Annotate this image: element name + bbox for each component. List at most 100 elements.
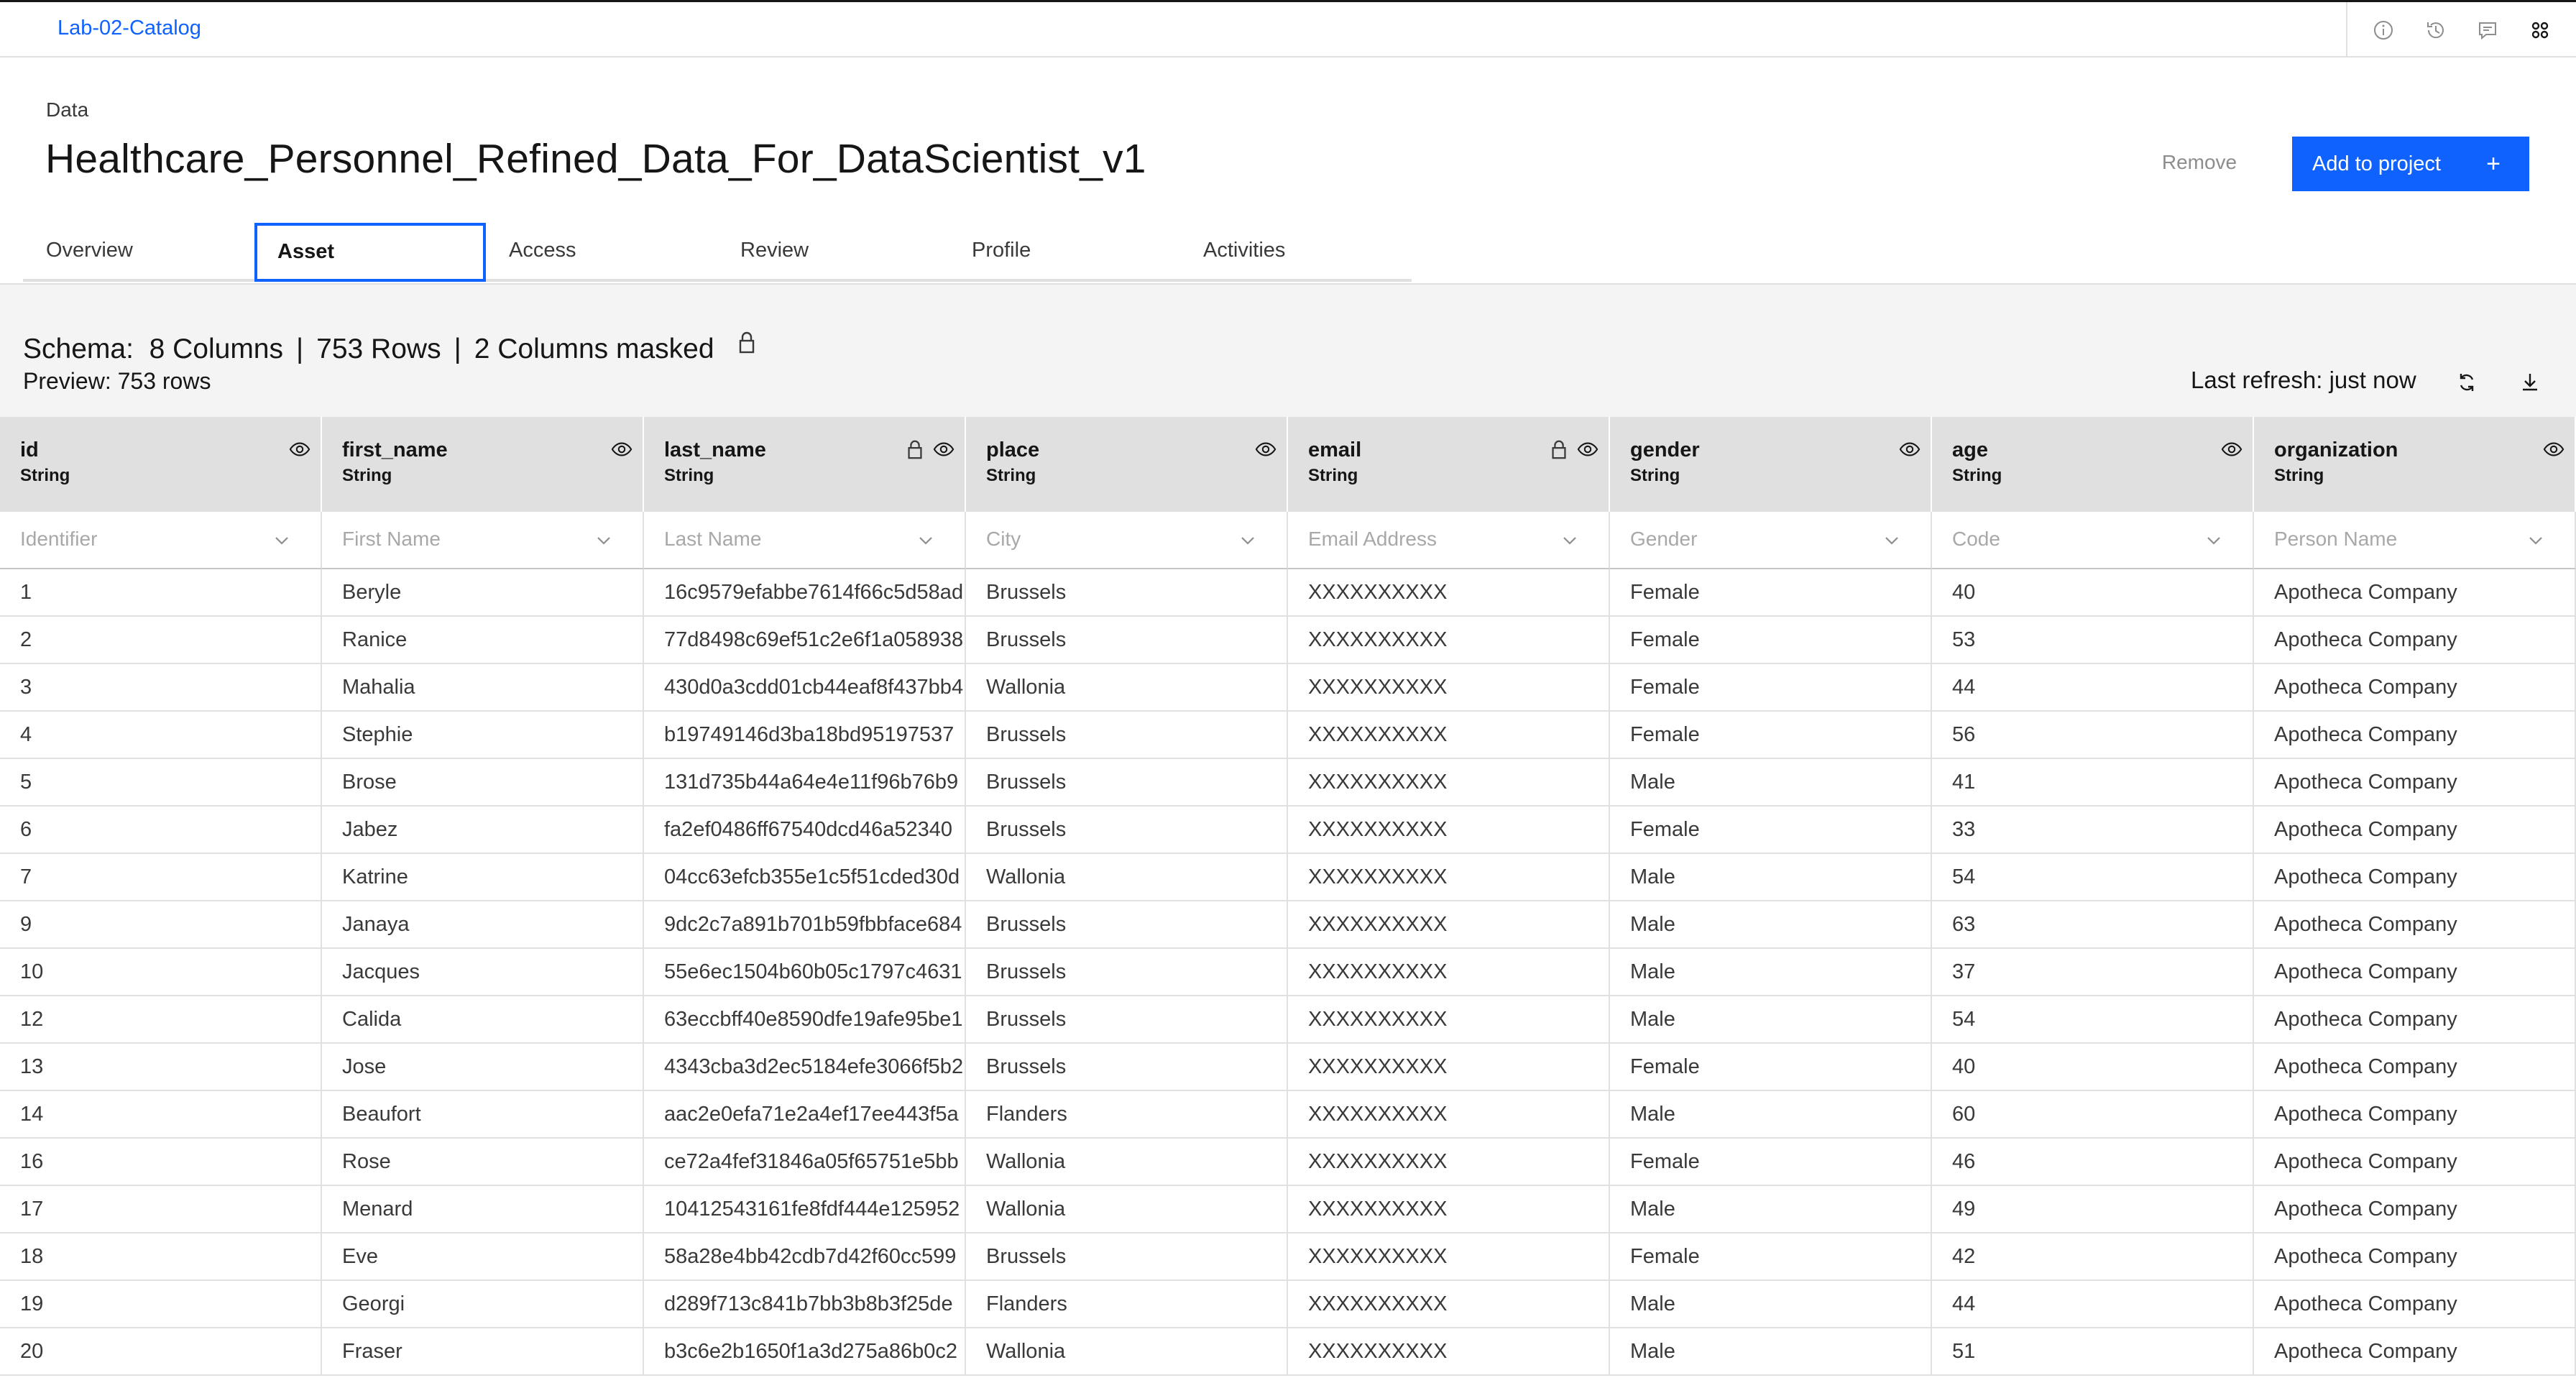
filter-dropdown-first-name[interactable]: First Name: [322, 512, 644, 569]
table-cell-gender: Female: [1610, 1139, 1932, 1186]
eye-icon[interactable]: [2543, 438, 2564, 464]
tab-profile[interactable]: Profile: [949, 223, 1180, 282]
filter-dropdown-gender[interactable]: Gender: [1610, 512, 1932, 569]
info-icon[interactable]: [2369, 16, 2398, 45]
tab-overview[interactable]: Overview: [23, 223, 254, 282]
table-cell-id: 10: [0, 949, 322, 996]
table-cell-organization: Apotheca Company: [2254, 1233, 2576, 1281]
column-header-id[interactable]: id String: [0, 417, 322, 512]
tab-access[interactable]: Access: [486, 223, 717, 282]
table-row[interactable]: 1 Beryle 16c9579efabbe7614f66c5d58ad Brusse…: [0, 569, 2576, 617]
table-row[interactable]: 9 Janaya 9dc2c7a891b701b59fbbface684 Brusse…: [0, 901, 2576, 949]
table-row[interactable]: 20 Fraser b3c6e2b1650f1a3d275a86b0c2 Wallon…: [0, 1328, 2576, 1376]
table-row[interactable]: 16 Rose ce72a4fef31846a05f65751e5bb Walloni…: [0, 1139, 2576, 1186]
page-title: Healthcare_Personnel_Refined_Data_For_Da…: [45, 136, 1146, 182]
table-cell-age: 51: [1932, 1328, 2254, 1376]
table-row[interactable]: 2 Ranice 77d8498c69ef51c2e6f1a058938 Brusse…: [0, 617, 2576, 664]
table-cell-age: 41: [1932, 759, 2254, 807]
table-row[interactable]: 6 Jabez fa2ef0486ff67540dcd46a52340 Brussel…: [0, 807, 2576, 854]
table-cell-id: 9: [0, 901, 322, 949]
filter-placeholder: City: [986, 528, 1021, 550]
table-cell-gender: Female: [1610, 1044, 1932, 1091]
table-row[interactable]: 18 Eve 58a28e4bb42cdb7d42f60cc599 Brussels X…: [0, 1233, 2576, 1281]
table-row[interactable]: 19 Georgi d289f713c841b7bb3b8b3f25de Flande…: [0, 1281, 2576, 1328]
filter-placeholder: Identifier: [20, 528, 98, 550]
table-cell-age: 40: [1932, 569, 2254, 617]
table-cell-email: XXXXXXXXXX: [1288, 617, 1610, 664]
breadcrumb-catalog[interactable]: Lab-02-Catalog: [58, 17, 201, 40]
tab-activities[interactable]: Activities: [1180, 223, 1412, 282]
table-cell-id: 16: [0, 1139, 322, 1186]
filter-dropdown-last-name[interactable]: Last Name: [644, 512, 966, 569]
table-cell-first-name: Jacques: [322, 949, 644, 996]
table-cell-gender: Male: [1610, 759, 1932, 807]
column-header-email[interactable]: email String: [1288, 417, 1610, 512]
table-row[interactable]: 10 Jacques 55e6ec1504b60b05c1797c4631 Bruss…: [0, 949, 2576, 996]
table-cell-age: 54: [1932, 854, 2254, 901]
column-name: first_name: [342, 438, 448, 461]
table-filter-row: Identifier First Name Last Name City Email A…: [0, 512, 2576, 569]
download-icon[interactable]: [2516, 368, 2544, 397]
table-cell-email: XXXXXXXXXX: [1288, 949, 1610, 996]
column-type: String: [986, 466, 1036, 485]
chat-icon[interactable]: [2473, 16, 2502, 45]
column-header-age[interactable]: age String: [1932, 417, 2254, 512]
table-cell-place: Brussels: [966, 807, 1288, 854]
table-cell-gender: Male: [1610, 1328, 1932, 1376]
table-row[interactable]: 14 Beaufort aac2e0efa71e2a4ef17ee443f5a Fla…: [0, 1091, 2576, 1139]
column-type: String: [342, 466, 392, 485]
table-row[interactable]: 7 Katrine 04cc63efcb355e1c5f51cded30d Wallo…: [0, 854, 2576, 901]
table-cell-organization: Apotheca Company: [2254, 996, 2576, 1044]
eye-icon[interactable]: [1255, 438, 1276, 464]
filter-dropdown-email[interactable]: Email Address: [1288, 512, 1610, 569]
tab-review[interactable]: Review: [717, 223, 949, 282]
table-row[interactable]: 4 Stephie b19749146d3ba18bd95197537 Brussel…: [0, 712, 2576, 759]
table-cell-organization: Apotheca Company: [2254, 901, 2576, 949]
eye-icon[interactable]: [2221, 438, 2242, 464]
table-cell-organization: Apotheca Company: [2254, 854, 2576, 901]
refresh-icon[interactable]: [2452, 368, 2481, 397]
table-cell-email: XXXXXXXXXX: [1288, 807, 1610, 854]
table-row[interactable]: 17 Menard 10412543161fe8fdf444e125952 Wallo…: [0, 1186, 2576, 1233]
table-row[interactable]: 3 Mahalia 430d0a3cdd01cb44eaf8f437bb4 Wallo…: [0, 664, 2576, 712]
column-header-place[interactable]: place String: [966, 417, 1288, 512]
add-to-project-button[interactable]: Add to project +: [2292, 137, 2529, 191]
table-cell-place: Brussels: [966, 901, 1288, 949]
tab-asset[interactable]: Asset: [254, 223, 486, 282]
table-cell-email: XXXXXXXXXX: [1288, 996, 1610, 1044]
table-cell-organization: Apotheca Company: [2254, 569, 2576, 617]
table-cell-first-name: Calida: [322, 996, 644, 1044]
table-cell-last-name: 131d735b44a64e4e11f96b76b9: [644, 759, 966, 807]
eye-icon[interactable]: [933, 438, 954, 464]
filter-dropdown-organization[interactable]: Person Name: [2254, 512, 2576, 569]
table-cell-last-name: 63eccbff40e8590dfe19afe95be1: [644, 996, 966, 1044]
remove-button[interactable]: Remove: [2156, 137, 2242, 188]
table-cell-age: 46: [1932, 1139, 2254, 1186]
eye-icon[interactable]: [1577, 438, 1598, 464]
table-cell-organization: Apotheca Company: [2254, 712, 2576, 759]
table-cell-organization: Apotheca Company: [2254, 1091, 2576, 1139]
filter-dropdown-age[interactable]: Code: [1932, 512, 2254, 569]
history-icon[interactable]: [2421, 16, 2450, 45]
eye-icon[interactable]: [611, 438, 632, 464]
table-row[interactable]: 12 Calida 63eccbff40e8590dfe19afe95be1 Brus…: [0, 996, 2576, 1044]
add-to-project-label: Add to project: [2312, 152, 2441, 175]
column-header-organization[interactable]: organization String: [2254, 417, 2576, 512]
column-header-first-name[interactable]: first_name String: [322, 417, 644, 512]
apps-icon[interactable]: [2526, 16, 2554, 45]
chevron-down-icon: [2526, 530, 2546, 551]
column-header-gender[interactable]: gender String: [1610, 417, 1932, 512]
table-cell-id: 7: [0, 854, 322, 901]
table-cell-id: 20: [0, 1328, 322, 1376]
table-cell-age: 33: [1932, 807, 2254, 854]
table-row[interactable]: 13 Jose 4343cba3d2ec5184efe3066f5b2 Brussel…: [0, 1044, 2576, 1091]
eye-icon[interactable]: [289, 438, 310, 464]
column-icons: [611, 438, 632, 464]
table-cell-id: 3: [0, 664, 322, 712]
filter-placeholder: Person Name: [2274, 528, 2398, 550]
column-header-last-name[interactable]: last_name String: [644, 417, 966, 512]
table-row[interactable]: 5 Brose 131d735b44a64e4e11f96b76b9 Brussels…: [0, 759, 2576, 807]
filter-dropdown-place[interactable]: City: [966, 512, 1288, 569]
filter-dropdown-id[interactable]: Identifier: [0, 512, 322, 569]
eye-icon[interactable]: [1899, 438, 1920, 464]
